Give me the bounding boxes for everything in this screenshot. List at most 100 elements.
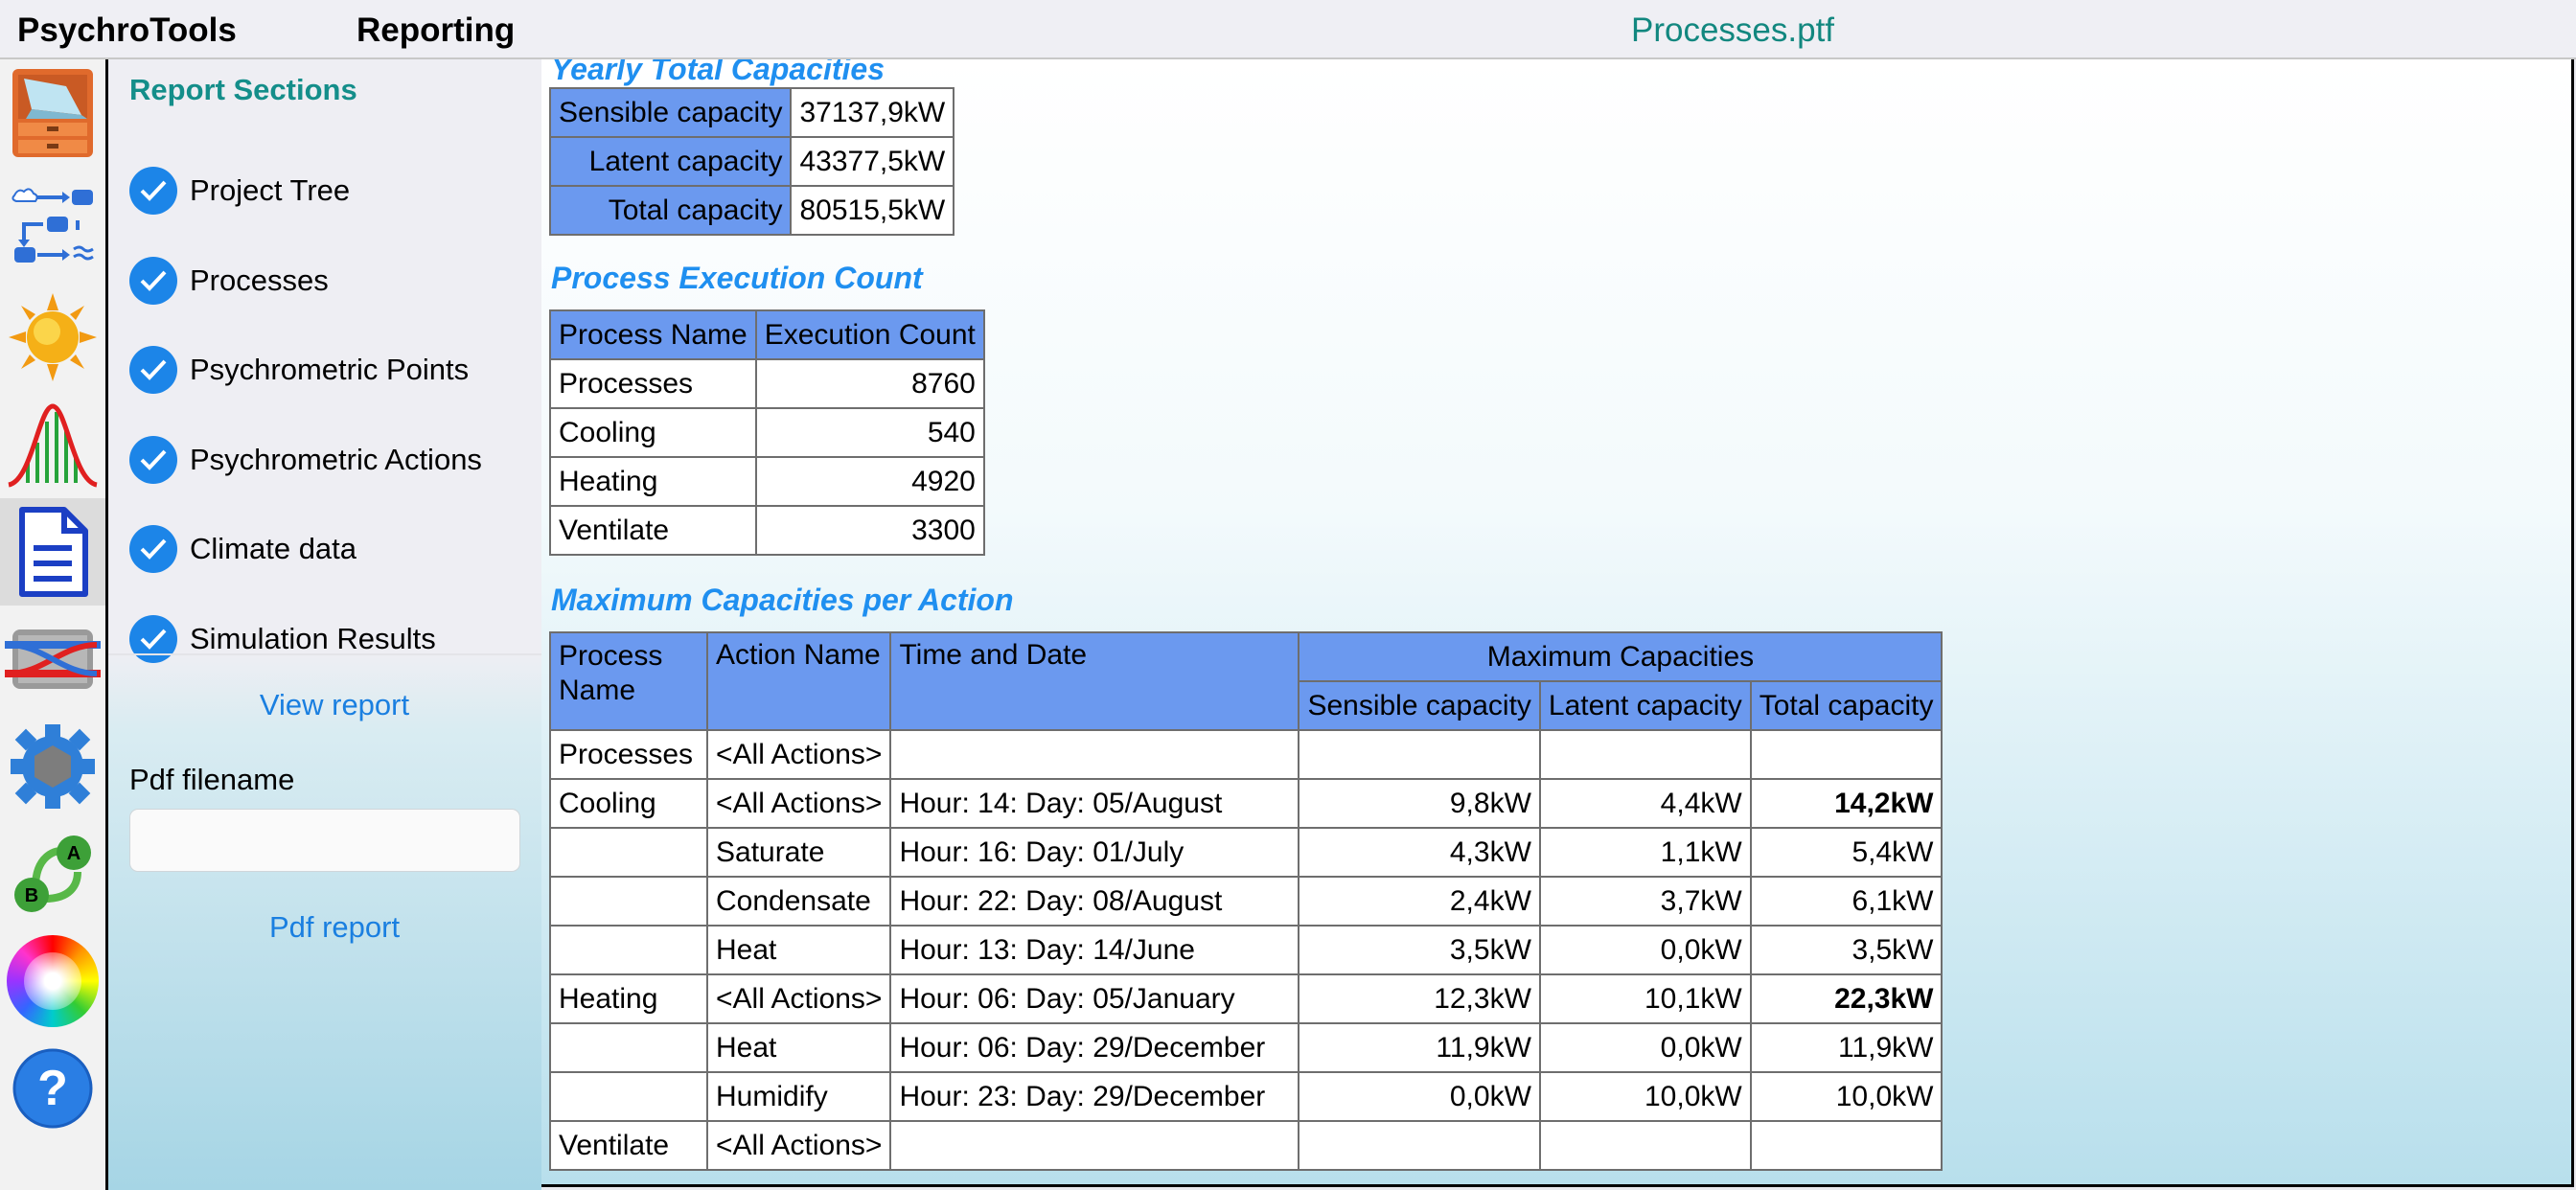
process-name-cell bbox=[549, 925, 708, 975]
help-icon[interactable]: ? bbox=[0, 1035, 105, 1142]
pdf-report-button[interactable]: Pdf report bbox=[108, 910, 561, 945]
column-header-latent: Latent capacity bbox=[1538, 680, 1752, 731]
latent-capacity-cell: 0,0kW bbox=[1538, 1022, 1752, 1073]
checkmark-icon bbox=[129, 436, 177, 484]
tool-sidebar: A B ? bbox=[0, 59, 108, 1190]
process-name-cell bbox=[549, 876, 708, 927]
max-capacities-table: Process Name Action Name Time and Date M… bbox=[549, 631, 1944, 1171]
section-label: Climate data bbox=[190, 532, 357, 565]
process-name-cell: Cooling bbox=[549, 778, 708, 829]
total-capacity-cell: 3,5kW bbox=[1749, 925, 1944, 975]
row-label: Latent capacity bbox=[548, 136, 793, 187]
section-label: Processes bbox=[190, 263, 329, 297]
action-name-cell: Condensate bbox=[705, 876, 892, 927]
table-row: Processes <All Actions> bbox=[549, 729, 1944, 780]
latent-capacity-cell: 10,1kW bbox=[1538, 973, 1752, 1024]
divider bbox=[108, 653, 541, 655]
checkmark-icon bbox=[129, 257, 177, 305]
column-header-action-name: Action Name bbox=[705, 631, 892, 731]
report-view[interactable]: Yearly Total Capacities Sensible capacit… bbox=[541, 59, 2574, 1187]
total-capacity-cell: 10,0kW bbox=[1749, 1071, 1944, 1122]
time-date-cell: Hour: 23: Day: 29/December bbox=[889, 1071, 1300, 1122]
action-name-cell: Humidify bbox=[705, 1071, 892, 1122]
sensible-capacity-cell: 3,5kW bbox=[1298, 925, 1541, 975]
latent-capacity-cell: 3,7kW bbox=[1538, 876, 1752, 927]
execution-count-cell: 8760 bbox=[754, 358, 985, 409]
distribution-chart-icon[interactable] bbox=[0, 391, 105, 498]
time-date-cell: Hour: 06: Day: 29/December bbox=[889, 1022, 1300, 1073]
table-row: Heating <All Actions> Hour: 06: Day: 05/Ja… bbox=[549, 973, 1944, 1024]
action-name-cell: <All Actions> bbox=[705, 973, 892, 1024]
column-header-process-name: Process Name bbox=[549, 631, 708, 731]
sensible-capacity-cell: 12,3kW bbox=[1298, 973, 1541, 1024]
color-wheel-icon[interactable] bbox=[0, 927, 105, 1035]
table-row: Heating 4920 bbox=[549, 456, 985, 507]
pdf-filename-input[interactable] bbox=[129, 809, 520, 872]
document-icon[interactable] bbox=[0, 498, 105, 606]
checkmark-icon bbox=[129, 167, 177, 215]
process-name-cell: Processes bbox=[549, 729, 708, 780]
latent-capacity-cell bbox=[1538, 729, 1752, 780]
section-toggle-climate-data[interactable]: Climate data bbox=[129, 520, 356, 578]
table-row: Heat Hour: 06: Day: 29/December 11,9kW 0,0k… bbox=[549, 1022, 1944, 1073]
section-title: Reporting bbox=[356, 11, 516, 49]
process-name-cell bbox=[549, 1071, 708, 1122]
total-capacity-cell bbox=[1749, 729, 1944, 780]
section-label: Psychrometric Points bbox=[190, 353, 470, 386]
table-row: Total capacity 80515,5kW bbox=[548, 185, 955, 236]
execution-count-title: Process Execution Count bbox=[551, 261, 923, 295]
table-row: Cooling <All Actions> Hour: 14: Day: 05/Au… bbox=[549, 778, 1944, 829]
time-date-cell: Hour: 13: Day: 14/June bbox=[889, 925, 1300, 975]
app-title: PsychroTools bbox=[17, 11, 237, 49]
section-toggle-psychrometric-actions[interactable]: Psychrometric Actions bbox=[129, 431, 482, 489]
pdf-filename-label: Pdf filename bbox=[129, 763, 295, 796]
section-label: Simulation Results bbox=[190, 622, 436, 655]
column-header: Process Name bbox=[549, 309, 757, 360]
total-capacity-cell: 22,3kW bbox=[1749, 973, 1944, 1024]
sun-icon[interactable] bbox=[0, 284, 105, 391]
action-name-cell: <All Actions> bbox=[705, 729, 892, 780]
gear-icon[interactable] bbox=[0, 713, 105, 820]
process-name-cell: Heating bbox=[549, 973, 708, 1024]
process-name-cell: Cooling bbox=[549, 407, 757, 458]
column-header-max-capacities: Maximum Capacities bbox=[1298, 631, 1944, 682]
execution-count-cell: 540 bbox=[754, 407, 985, 458]
title-bar: PsychroTools Reporting Processes.ptf bbox=[0, 0, 2576, 59]
table-row: Condensate Hour: 22: Day: 08/August 2,4kW 3… bbox=[549, 876, 1944, 927]
total-capacity-cell bbox=[1749, 1120, 1944, 1171]
latent-capacity-cell: 1,1kW bbox=[1538, 827, 1752, 878]
table-row: Sensible capacity 37137,9kW bbox=[548, 87, 955, 138]
table-row: Humidify Hour: 23: Day: 29/December 0,0kW 1… bbox=[549, 1071, 1944, 1122]
process-name-cell: Heating bbox=[549, 456, 757, 507]
table-header-row: Process Name Execution Count bbox=[549, 309, 985, 360]
section-toggle-processes[interactable]: Processes bbox=[129, 252, 329, 309]
view-report-button[interactable]: View report bbox=[108, 688, 561, 722]
heat-exchanger-icon[interactable] bbox=[0, 606, 105, 713]
max-capacities-title: Maximum Capacities per Action bbox=[551, 583, 1014, 617]
sensible-capacity-cell: 4,3kW bbox=[1298, 827, 1541, 878]
table-header-row: Process Name Action Name Time and Date M… bbox=[549, 631, 1944, 731]
action-name-cell: Heat bbox=[705, 925, 892, 975]
table-row: Heat Hour: 13: Day: 14/June 3,5kW 0,0kW 3,5k… bbox=[549, 925, 1944, 975]
time-date-cell: Hour: 22: Day: 08/August bbox=[889, 876, 1300, 927]
action-name-cell: <All Actions> bbox=[705, 1120, 892, 1171]
column-header-time-date: Time and Date bbox=[889, 631, 1300, 731]
section-toggle-project-tree[interactable]: Project Tree bbox=[129, 162, 350, 219]
cabinet-icon[interactable] bbox=[0, 59, 105, 167]
svg-text:?: ? bbox=[37, 1061, 68, 1116]
section-label: Project Tree bbox=[190, 173, 351, 207]
time-date-cell bbox=[889, 1120, 1300, 1171]
process-flow-icon[interactable] bbox=[0, 176, 105, 284]
section-toggle-psychrometric-points[interactable]: Psychrometric Points bbox=[129, 341, 469, 399]
section-toggle-simulation-results[interactable]: Simulation Results bbox=[129, 610, 436, 668]
time-date-cell: Hour: 14: Day: 05/August bbox=[889, 778, 1300, 829]
sensible-capacity-cell: 2,4kW bbox=[1298, 876, 1541, 927]
network-ab-icon[interactable]: A B bbox=[0, 820, 105, 927]
process-name-cell bbox=[549, 827, 708, 878]
table-row: Latent capacity 43377,5kW bbox=[548, 136, 955, 187]
table-row: Cooling 540 bbox=[549, 407, 985, 458]
yearly-capacities-title: Yearly Total Capacities bbox=[551, 59, 885, 86]
execution-count-cell: 3300 bbox=[754, 505, 985, 556]
total-capacity-cell: 14,2kW bbox=[1749, 778, 1944, 829]
process-name-cell bbox=[549, 1022, 708, 1073]
